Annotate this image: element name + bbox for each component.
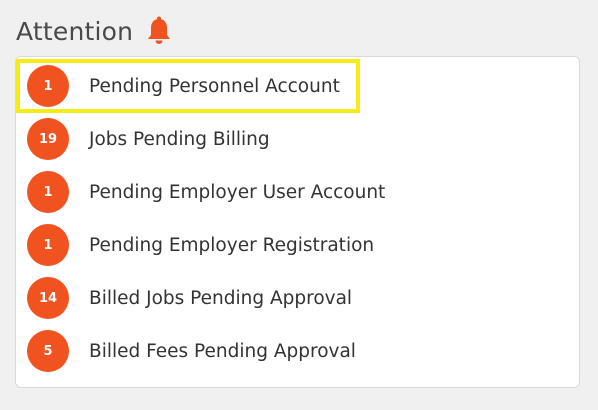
list-item-pending-employer-registration[interactable]: 1 Pending Employer Registration bbox=[27, 223, 374, 267]
list-item-label[interactable]: Billed Jobs Pending Approval bbox=[89, 288, 352, 309]
count-badge: 5 bbox=[27, 330, 69, 372]
count-badge: 1 bbox=[27, 224, 69, 266]
list-item-pending-employer-user-account[interactable]: 1 Pending Employer User Account bbox=[27, 170, 385, 214]
count-badge: 1 bbox=[27, 65, 69, 107]
bell-icon bbox=[145, 16, 173, 46]
attention-header: Attention bbox=[16, 14, 173, 48]
list-item-label[interactable]: Pending Employer User Account bbox=[89, 182, 385, 203]
list-item-label[interactable]: Jobs Pending Billing bbox=[89, 129, 270, 150]
list-item-billed-jobs-pending-approval[interactable]: 14 Billed Jobs Pending Approval bbox=[27, 276, 352, 320]
list-item-billed-fees-pending-approval[interactable]: 5 Billed Fees Pending Approval bbox=[27, 329, 356, 373]
count-badge: 19 bbox=[27, 118, 69, 160]
count-badge: 1 bbox=[27, 171, 69, 213]
section-title: Attention bbox=[16, 16, 134, 46]
list-item-jobs-pending-billing[interactable]: 19 Jobs Pending Billing bbox=[27, 117, 270, 161]
list-item-pending-personnel-account[interactable]: 1 Pending Personnel Account bbox=[27, 64, 340, 108]
list-item-label[interactable]: Pending Employer Registration bbox=[89, 235, 374, 256]
list-item-label[interactable]: Pending Personnel Account bbox=[89, 76, 340, 97]
list-item-label[interactable]: Billed Fees Pending Approval bbox=[89, 341, 356, 362]
attention-list: 1 Pending Personnel Account 19 Jobs Pend… bbox=[15, 56, 580, 388]
count-badge: 14 bbox=[27, 277, 69, 319]
